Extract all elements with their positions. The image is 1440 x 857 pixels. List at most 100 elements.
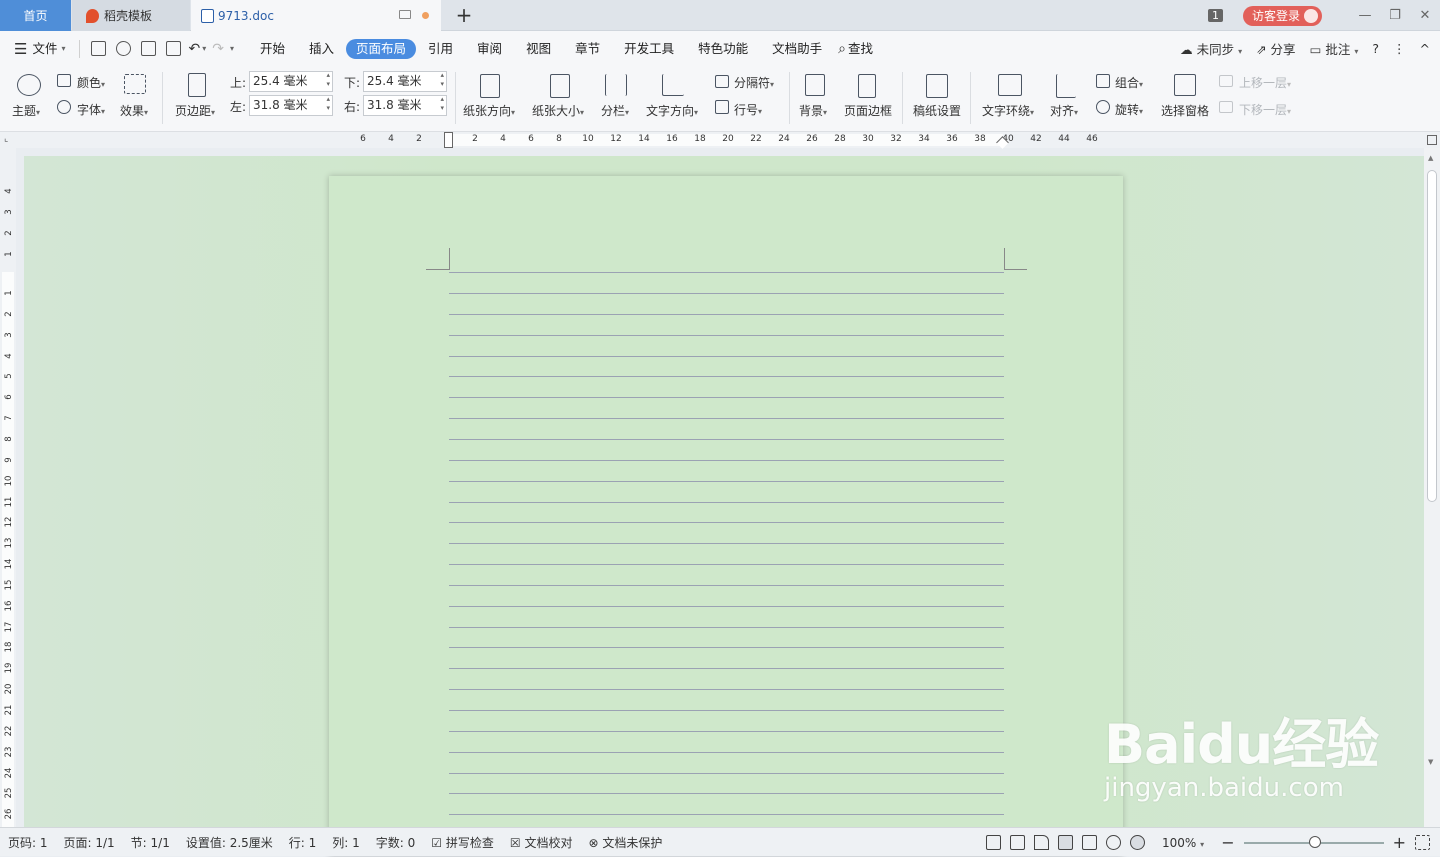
text-wrap-button[interactable]: 文字环绕▾ xyxy=(982,102,1034,119)
columns-icon[interactable] xyxy=(605,74,627,96)
chevron-down-icon[interactable]: ▾ xyxy=(61,44,65,53)
help-icon[interactable]: ? xyxy=(1372,41,1379,56)
save-icon[interactable] xyxy=(91,41,107,56)
background-button[interactable]: 背景▾ xyxy=(799,102,827,119)
horizontal-ruler[interactable]: 6 4 2 2 4 6 8 10 12 14 16 18 20 22 24 26 28 30 32 34 36 38 40 4… xyxy=(0,132,1440,149)
page-view-icon[interactable] xyxy=(1058,835,1074,850)
tab-daoke-templates[interactable]: 稻壳模板 xyxy=(72,0,190,31)
menu-developer[interactable]: 开发工具 xyxy=(612,39,686,59)
document-page[interactable] xyxy=(329,176,1123,856)
menu-insert[interactable]: 插入 xyxy=(297,39,346,59)
new-tab-button[interactable]: + xyxy=(454,4,474,26)
zoom-slider-knob[interactable] xyxy=(1308,835,1321,848)
status-setting-value[interactable]: 设置值: 2.5厘米 xyxy=(178,834,281,851)
selection-pane-button[interactable]: 选择窗格 xyxy=(1161,102,1209,119)
background-icon[interactable] xyxy=(805,74,825,96)
zoom-in-button[interactable]: + xyxy=(1393,833,1406,852)
line-numbers-icon[interactable] xyxy=(715,100,729,114)
eye-protection-icon[interactable] xyxy=(1130,835,1146,850)
theme-icon[interactable] xyxy=(17,74,41,96)
columns-button[interactable]: 分栏▾ xyxy=(601,102,629,119)
spell-check-button[interactable]: ☑ 拼写检查 xyxy=(423,834,502,851)
rotate-button[interactable]: 旋转▾ xyxy=(1115,101,1143,118)
guest-login-button[interactable]: 访客登录 xyxy=(1242,5,1322,26)
close-button[interactable]: ✕ xyxy=(1410,8,1440,23)
scrollbar-thumb[interactable] xyxy=(1427,170,1437,502)
fit-window-icon[interactable] xyxy=(1415,835,1430,850)
breaks-icon[interactable] xyxy=(715,75,729,88)
quick-access-dropdown-icon[interactable]: ▾ xyxy=(230,44,234,53)
doc-protection-button[interactable]: ⊗ 文档未保护 xyxy=(581,834,671,851)
status-row[interactable]: 行: 1 xyxy=(281,834,325,851)
print-preview-icon[interactable] xyxy=(166,41,182,56)
rotate-icon[interactable] xyxy=(1096,100,1110,114)
sync-button[interactable]: ☁ 未同步 ▾ xyxy=(1180,39,1242,58)
orientation-button[interactable]: 纸张方向▾ xyxy=(463,102,515,119)
text-wrap-icon[interactable] xyxy=(998,74,1022,96)
write-mode-icon[interactable] xyxy=(1034,835,1050,850)
share-button[interactable]: ⇗ 分享 xyxy=(1256,39,1295,58)
send-backward-icon[interactable] xyxy=(1219,101,1233,113)
scroll-up-icon[interactable]: ▲ xyxy=(1428,154,1433,162)
breaks-button[interactable]: 分隔符▾ xyxy=(734,74,774,91)
effect-icon[interactable] xyxy=(124,74,146,94)
vertical-ruler[interactable]: 4 3 2 1 1 2 3 4 5 6 7 8 9 10 11 12 13 14 15 16 17 18 19 20 21 22 2… xyxy=(0,148,16,832)
ruler-toggle-icon[interactable] xyxy=(1427,135,1437,145)
font-icon[interactable] xyxy=(57,100,71,114)
menu-chapter[interactable]: 章节 xyxy=(563,39,612,59)
zoom-level[interactable]: 100% ▾ xyxy=(1154,836,1212,850)
status-column[interactable]: 列: 1 xyxy=(324,834,368,851)
redo-icon[interactable]: ↷ xyxy=(212,41,224,57)
page-border-icon[interactable] xyxy=(858,74,876,98)
doc-proofread-button[interactable]: ☒ 文档校对 xyxy=(502,834,581,851)
status-page-number[interactable]: 页码: 1 xyxy=(0,834,56,851)
zoom-slider[interactable] xyxy=(1243,835,1384,848)
undo-dropdown-icon[interactable]: ▾ xyxy=(202,44,206,53)
align-button[interactable]: 对齐▾ xyxy=(1050,102,1078,119)
theme-button[interactable]: 主题▾ xyxy=(12,102,40,119)
menu-features[interactable]: 特色功能 xyxy=(686,39,760,59)
minimize-button[interactable]: — xyxy=(1350,8,1380,23)
vertical-scrollbar[interactable]: ▲ ▼ xyxy=(1424,148,1440,827)
fullscreen-icon[interactable] xyxy=(986,835,1002,850)
outline-view-icon[interactable] xyxy=(1082,835,1098,850)
right-margin-input[interactable]: 31.8 毫米 xyxy=(363,95,447,116)
bring-forward-button[interactable]: 上移一层▾ xyxy=(1239,74,1291,91)
format-painter-icon[interactable] xyxy=(116,41,132,56)
read-mode-icon[interactable] xyxy=(1010,835,1026,850)
undo-icon[interactable]: ↶ xyxy=(188,41,200,57)
text-direction-button[interactable]: 文字方向▾ xyxy=(646,102,698,119)
paper-size-button[interactable]: 纸张大小▾ xyxy=(532,102,584,119)
web-view-icon[interactable] xyxy=(1106,835,1122,850)
effect-button[interactable]: 效果▾ xyxy=(120,102,148,119)
screen-icon[interactable] xyxy=(399,10,411,19)
line-numbers-button[interactable]: 行号▾ xyxy=(734,101,762,118)
page-border-button[interactable]: 页面边框 xyxy=(844,102,892,119)
margins-icon[interactable] xyxy=(188,73,206,97)
color-button[interactable]: 颜色▾ xyxy=(77,74,105,91)
tab-document[interactable]: 9713.doc xyxy=(191,0,441,31)
font-button[interactable]: 字体▾ xyxy=(77,101,105,118)
menu-review[interactable]: 审阅 xyxy=(465,39,514,59)
menu-start[interactable]: 开始 xyxy=(248,39,297,59)
search-icon[interactable]: ⌕ xyxy=(838,41,846,57)
status-pages[interactable]: 页面: 1/1 xyxy=(56,834,123,851)
color-icon[interactable] xyxy=(57,74,71,87)
paper-size-icon[interactable] xyxy=(550,74,570,98)
indent-marker-icon[interactable] xyxy=(444,132,453,148)
collapse-ribbon-icon[interactable]: ^ xyxy=(1420,41,1430,56)
more-icon[interactable]: ⋮ xyxy=(1393,41,1406,56)
top-margin-input[interactable]: 25.4 毫米 xyxy=(249,71,333,92)
left-margin-input[interactable]: 31.8 毫米 xyxy=(249,95,333,116)
tab-home[interactable]: 首页 xyxy=(0,0,71,31)
align-icon[interactable] xyxy=(1056,74,1076,98)
text-direction-icon[interactable] xyxy=(662,74,684,96)
restore-button[interactable]: ❐ xyxy=(1380,8,1410,23)
manuscript-settings-button[interactable]: 稿纸设置 xyxy=(913,102,961,119)
menu-page-layout[interactable]: 页面布局 xyxy=(346,38,417,59)
menu-doc-assistant[interactable]: 文档助手 xyxy=(760,39,834,59)
group-icon[interactable] xyxy=(1096,74,1110,88)
manuscript-icon[interactable] xyxy=(926,74,948,98)
scroll-down-icon[interactable]: ▼ xyxy=(1428,758,1433,766)
bring-forward-icon[interactable] xyxy=(1219,75,1233,87)
